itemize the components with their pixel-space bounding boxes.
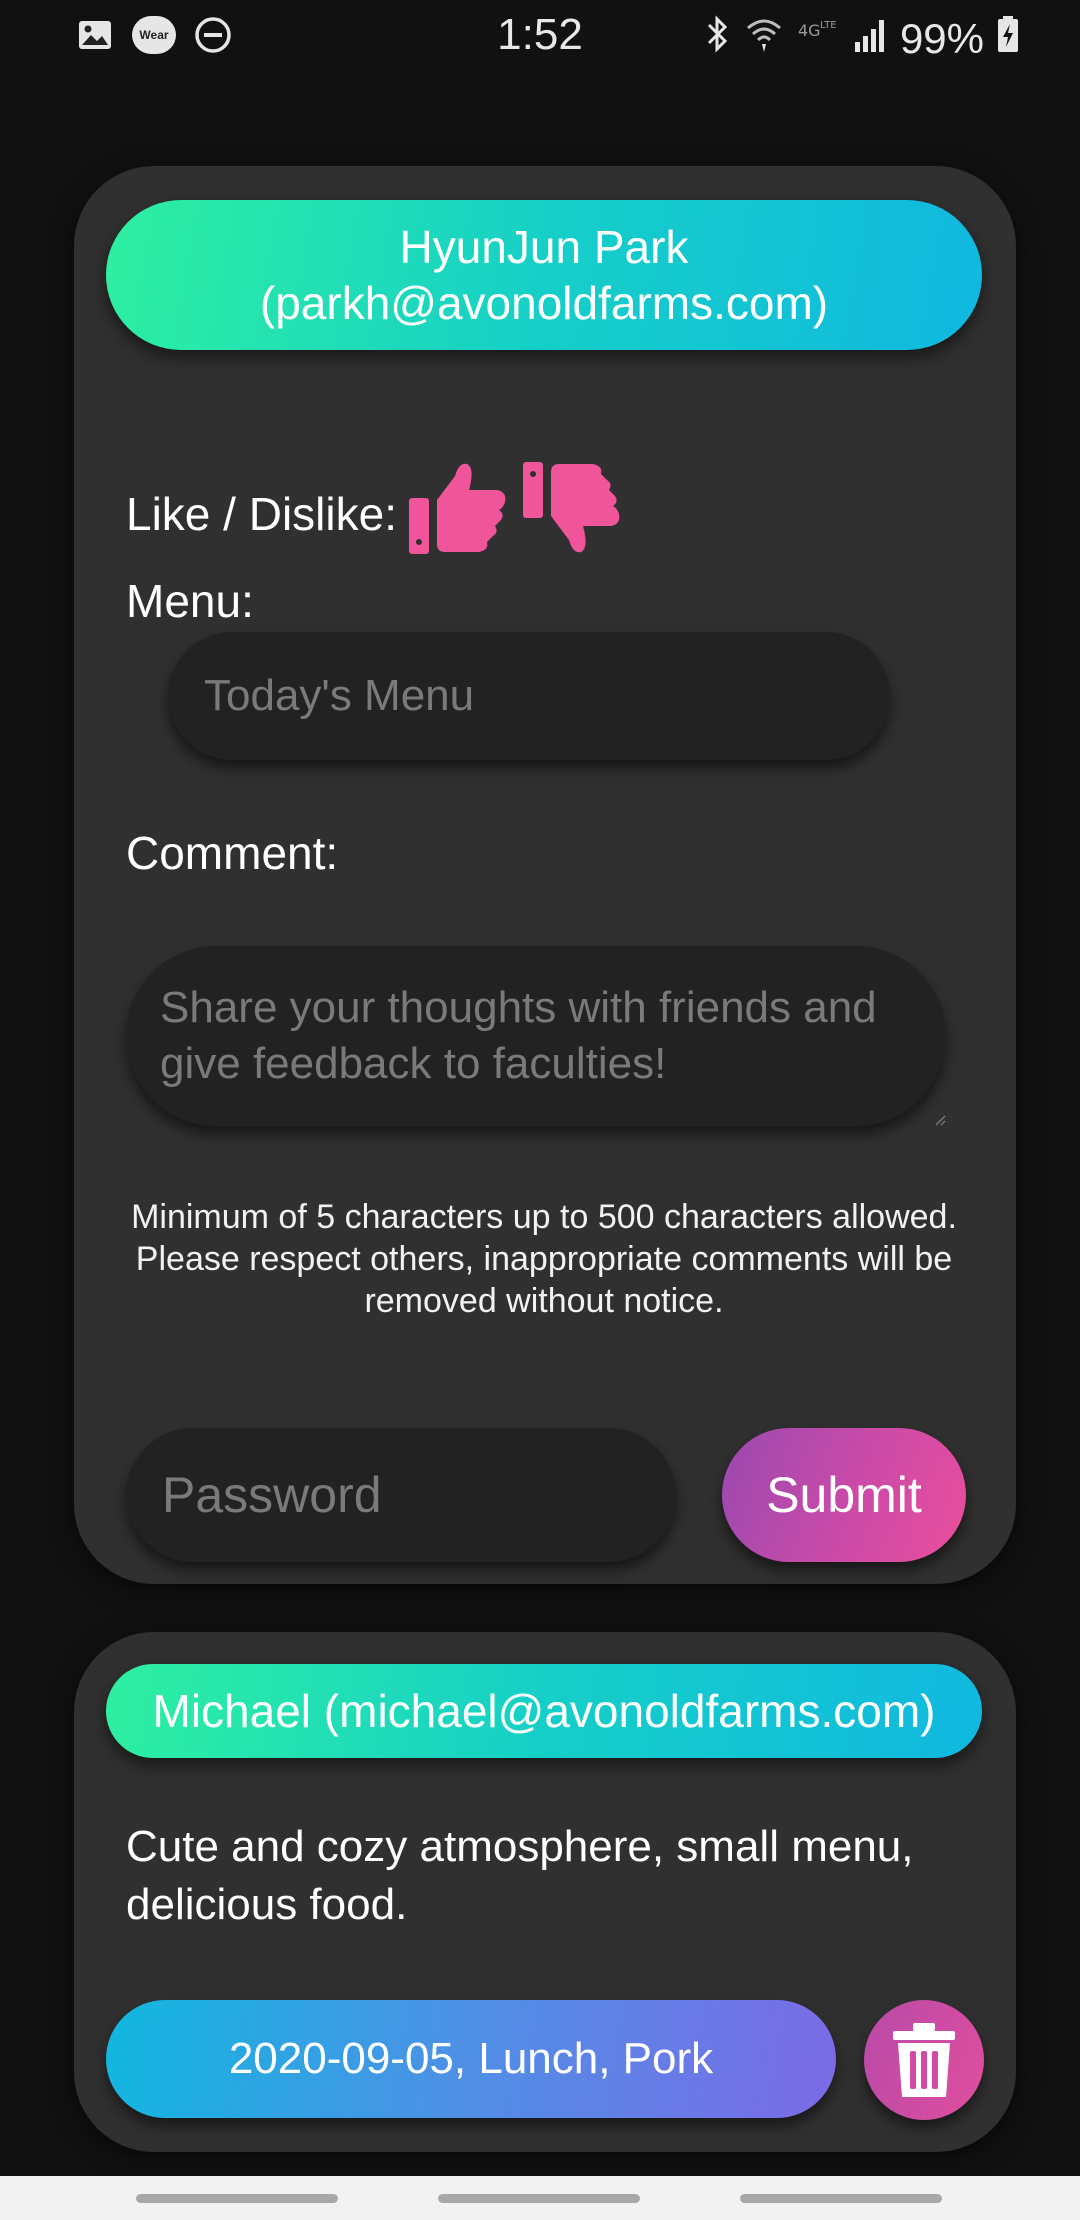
menu-placeholder: Today's Menu [204, 671, 475, 720]
svg-text:4G: 4G [798, 21, 821, 40]
like-dislike-row: Like / Dislike: [126, 458, 621, 569]
thumbs-up-icon[interactable] [407, 458, 511, 569]
notice-length: Minimum of 5 characters up to 500 charac… [131, 1198, 957, 1236]
nav-back-handle[interactable] [740, 2194, 942, 2203]
review-author-pill: Michael (michael@avonoldfarms.com) [106, 1664, 982, 1758]
status-bar: Wear 1:52 4G LTE 99% [0, 0, 1080, 72]
trash-icon [893, 2023, 955, 2097]
nav-home-handle[interactable] [438, 2194, 640, 2203]
review-meta-pill: 2020-09-05, Lunch, Pork [106, 2000, 836, 2118]
user-name-pill: HyunJun Park (parkh@avonoldfarms.com) [106, 200, 982, 350]
comment-placeholder: Share your thoughts with friends and giv… [160, 983, 877, 1088]
comment-textarea[interactable]: Share your thoughts with friends and giv… [126, 946, 946, 1126]
menu-input[interactable]: Today's Menu [168, 632, 890, 760]
delete-review-button[interactable] [864, 2000, 984, 2120]
battery-percent: 99% [899, 15, 984, 62]
review-text: Cute and cozy atmosphere, small menu, de… [126, 1822, 914, 1929]
comment-label: Comment: [126, 827, 339, 879]
menu-label: Menu: [126, 575, 254, 627]
user-email: (parkh@avonoldfarms.com) [259, 277, 829, 329]
svg-text:LTE: LTE [820, 20, 837, 31]
user-name: HyunJun Park [399, 221, 689, 273]
like-dislike-label: Like / Dislike: [126, 487, 397, 540]
signal-icon [854, 14, 888, 64]
battery-charging-icon [996, 14, 1020, 64]
lte-icon: 4G LTE [796, 14, 842, 64]
system-nav-bar [0, 2176, 1080, 2220]
resize-handle-icon[interactable] [934, 1114, 946, 1126]
password-placeholder: Password [162, 1467, 382, 1523]
bluetooth-icon [702, 14, 732, 64]
password-input[interactable]: Password [126, 1428, 676, 1562]
comment-notice: Minimum of 5 characters up to 500 charac… [106, 1196, 982, 1322]
submit-button[interactable]: Submit [722, 1428, 966, 1562]
review-card: Michael (michael@avonoldfarms.com) Cute … [74, 1632, 1016, 2152]
status-right-icons: 4G LTE 99% [702, 14, 1020, 64]
thumbs-down-icon[interactable] [521, 458, 621, 569]
wifi-icon [744, 14, 784, 64]
nav-recent-handle[interactable] [136, 2194, 338, 2203]
notice-respect: Please respect others, inappropriate com… [135, 1240, 953, 1320]
compose-card: HyunJun Park (parkh@avonoldfarms.com) Li… [74, 166, 1016, 1584]
